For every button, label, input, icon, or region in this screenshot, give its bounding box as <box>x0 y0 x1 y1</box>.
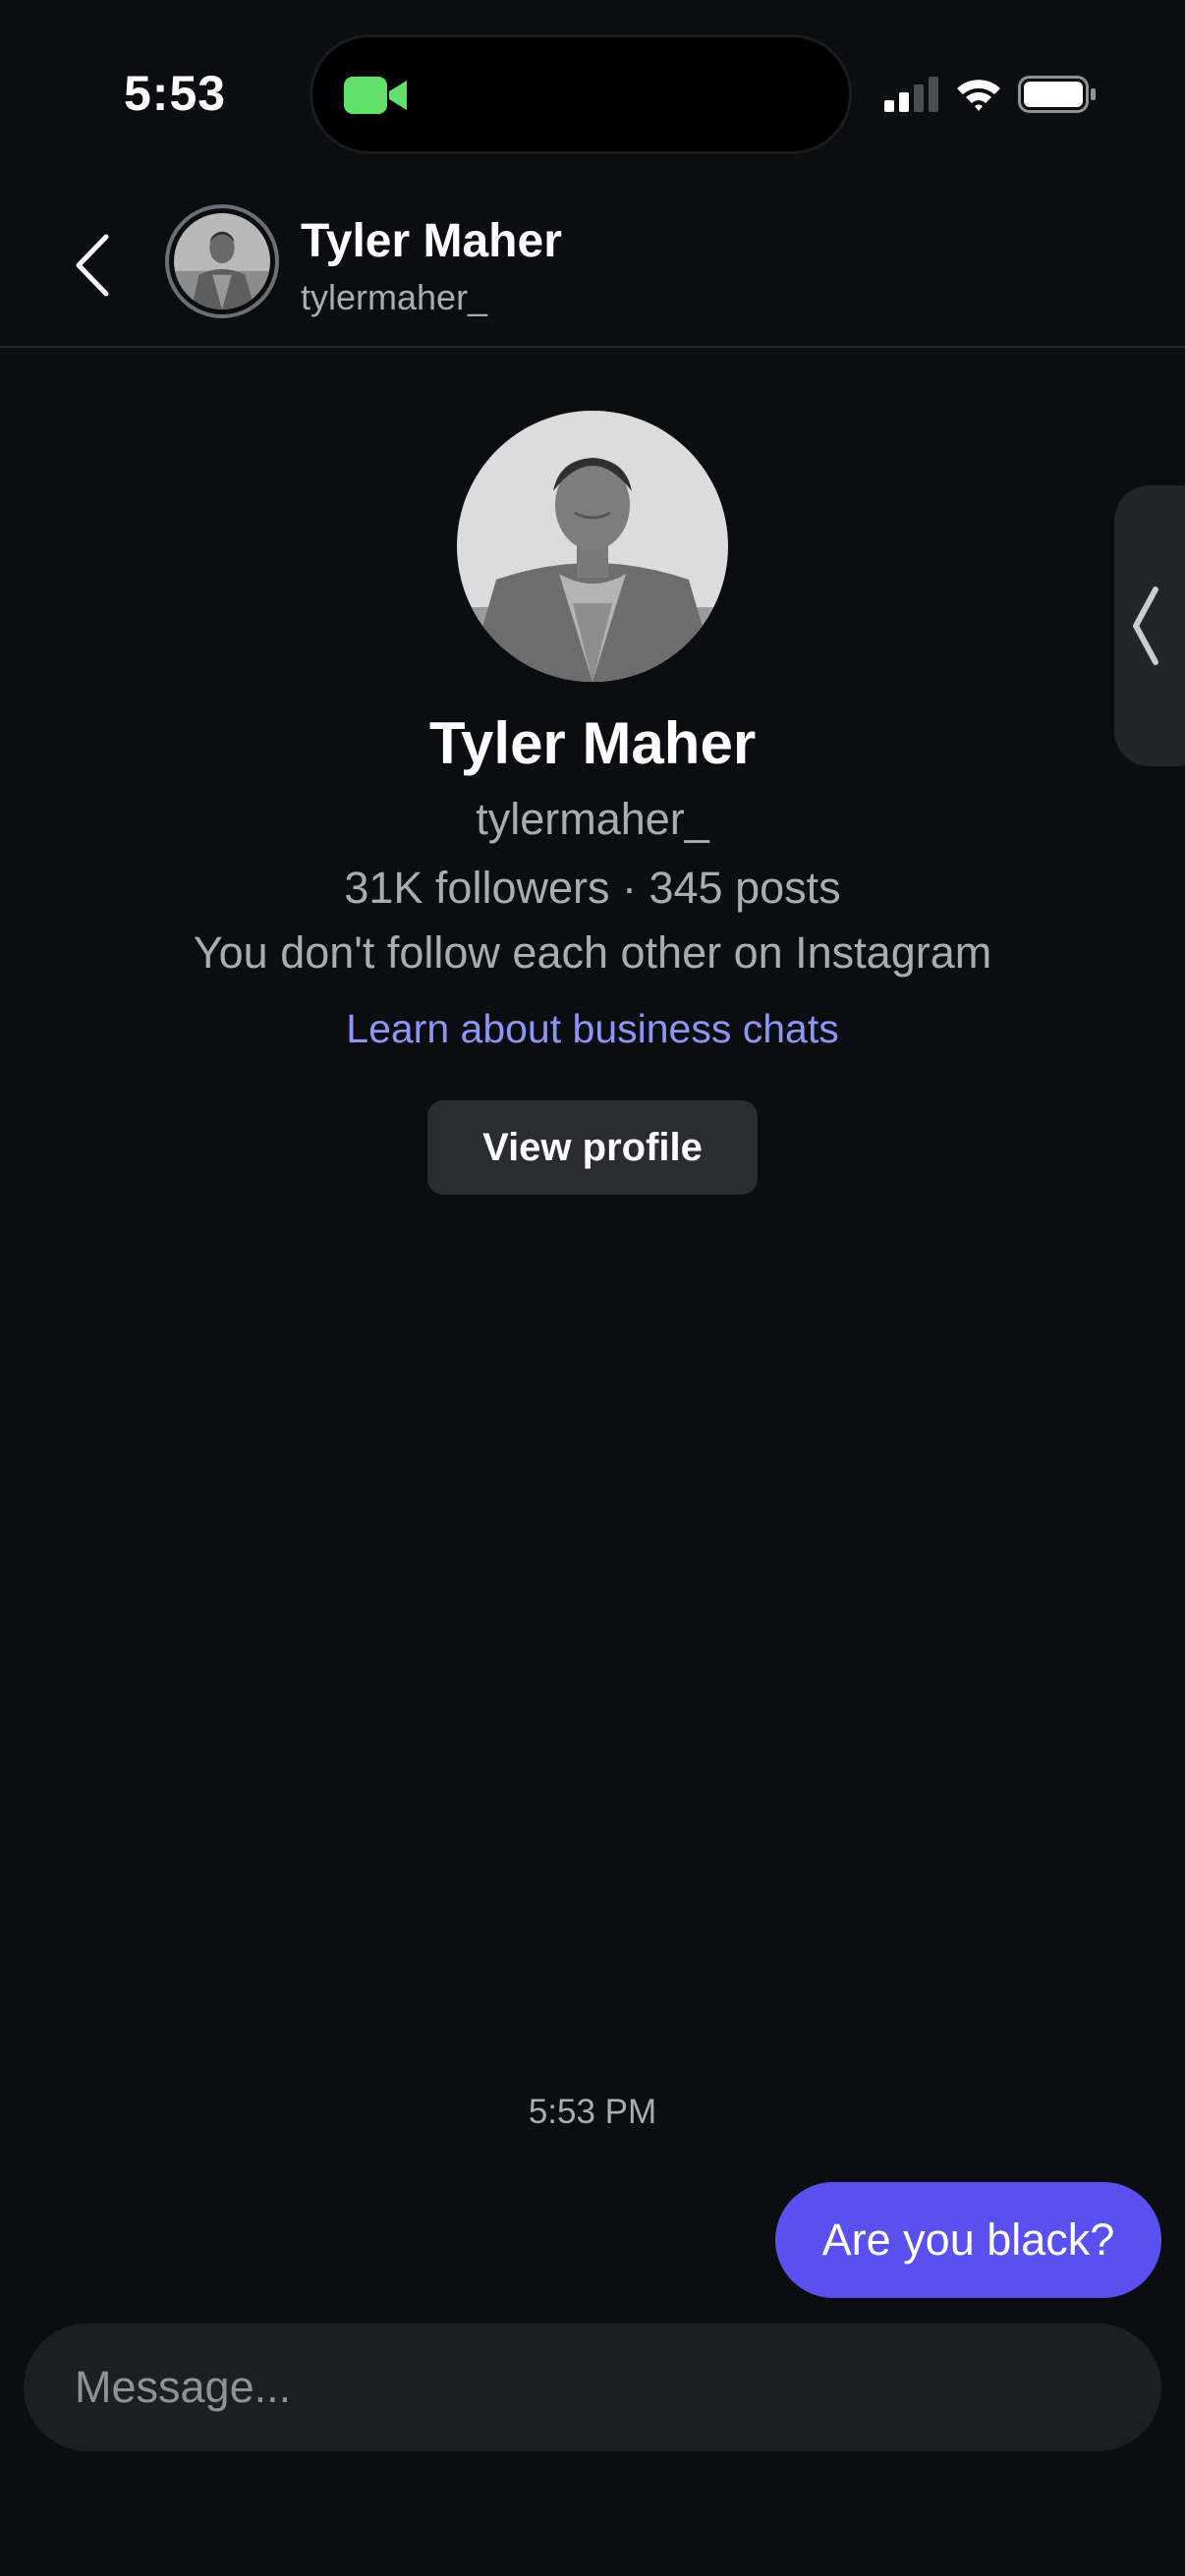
message-input[interactable] <box>24 2324 1161 2451</box>
message-timestamp: 5:53 PM <box>528 2093 657 2131</box>
profile-name: Tyler Maher <box>428 710 757 776</box>
battery-icon <box>1018 76 1096 113</box>
header-contact-username[interactable]: tylermaher_ <box>301 277 487 318</box>
profile-relationship-note: You don't follow each other on Instagram <box>193 927 992 978</box>
chat-header: Tyler Maher tylermaher_ <box>0 196 1185 348</box>
cellular-signal-icon <box>884 77 938 112</box>
header-avatar[interactable] <box>165 204 279 318</box>
chevron-left-icon <box>1133 587 1158 665</box>
profile-stats: 31K followers · 345 posts <box>344 863 841 913</box>
status-icons <box>884 75 1097 114</box>
dynamic-island <box>312 37 849 151</box>
wifi-icon <box>957 80 1000 111</box>
view-profile-button[interactable]: View profile <box>427 1100 758 1195</box>
profile-username: tylermaher_ <box>476 794 709 844</box>
avatar-photo <box>174 213 270 309</box>
business-chats-link[interactable]: Learn about business chats <box>0 1006 1185 1052</box>
sent-message-bubble[interactable]: Are you black? <box>775 2182 1161 2298</box>
status-time: 5:53 <box>124 66 227 121</box>
header-contact-name[interactable]: Tyler Maher <box>301 214 562 268</box>
chevron-left-icon <box>76 234 109 297</box>
message-composer <box>24 2324 1161 2451</box>
back-button[interactable] <box>61 224 124 307</box>
facetime-camera-icon <box>344 77 407 114</box>
profile-avatar[interactable] <box>457 411 728 682</box>
